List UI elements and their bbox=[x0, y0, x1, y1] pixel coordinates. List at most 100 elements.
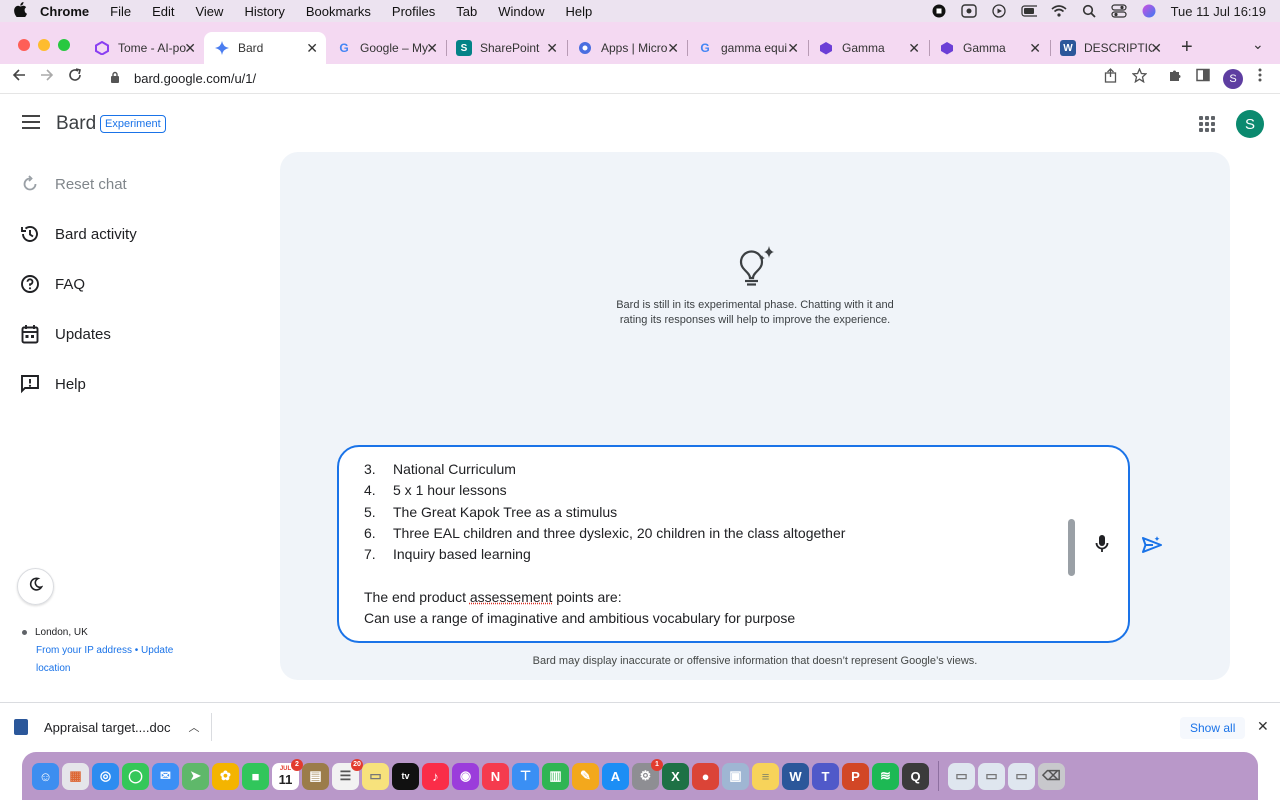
downloads-stack-icon[interactable]: ▭ bbox=[948, 762, 975, 790]
menu-help[interactable]: Help bbox=[566, 4, 593, 19]
wifi-icon[interactable] bbox=[1051, 4, 1067, 18]
share-icon[interactable] bbox=[1104, 68, 1117, 87]
facetime-icon[interactable]: ■ bbox=[242, 762, 269, 790]
update-location-link[interactable]: Update bbox=[141, 645, 173, 656]
sidebar-item-faq[interactable]: FAQ bbox=[20, 274, 85, 294]
download-item[interactable]: Appraisal target....doc ︿ bbox=[14, 719, 199, 735]
finder-icon[interactable]: ☺ bbox=[32, 762, 59, 790]
tab-gamma-equi[interactable]: G gamma equi ✕ bbox=[687, 32, 807, 64]
menu-tab[interactable]: Tab bbox=[456, 4, 477, 19]
screenshot-app-icon[interactable] bbox=[960, 4, 977, 18]
trash-icon[interactable]: ⌫ bbox=[1038, 762, 1065, 790]
tab-apps-micro[interactable]: Apps | Micro ✕ bbox=[567, 32, 687, 64]
location-source-link[interactable]: From your IP address bbox=[36, 645, 132, 656]
menu-file[interactable]: File bbox=[110, 4, 131, 19]
desktop-stack-icon[interactable]: ▭ bbox=[1008, 762, 1035, 790]
prompt-scrollbar[interactable] bbox=[1068, 519, 1075, 576]
preview-icon[interactable]: ▣ bbox=[722, 762, 749, 790]
close-tab-icon[interactable]: ✕ bbox=[546, 40, 558, 57]
documents-stack-icon[interactable]: ▭ bbox=[978, 762, 1005, 790]
update-location-link-2[interactable]: location bbox=[36, 663, 70, 674]
system-settings-icon[interactable]: ⚙ 1 bbox=[632, 758, 663, 790]
minimize-window-button[interactable] bbox=[38, 39, 50, 51]
news-icon[interactable]: N bbox=[482, 762, 509, 790]
menu-window[interactable]: Window bbox=[498, 4, 544, 19]
battery-icon[interactable] bbox=[1020, 4, 1037, 18]
chevron-up-icon[interactable]: ︿ bbox=[188, 719, 199, 735]
show-all-downloads-button[interactable]: Show all bbox=[1180, 717, 1246, 739]
close-downloads-bar-icon[interactable]: ✕ bbox=[1257, 718, 1269, 735]
sidebar-item-reset-chat[interactable]: Reset chat bbox=[20, 174, 127, 194]
apple-tv-icon[interactable]: tv bbox=[392, 762, 419, 790]
close-window-button[interactable] bbox=[18, 39, 30, 51]
tab-tome[interactable]: Tome - AI-po ✕ bbox=[84, 32, 204, 64]
microphone-icon[interactable] bbox=[1094, 534, 1110, 554]
play-icon[interactable] bbox=[991, 4, 1007, 18]
reminders-icon[interactable]: ☰ 20 bbox=[332, 758, 363, 790]
bard-logo[interactable]: Bard bbox=[56, 113, 96, 135]
forward-button[interactable] bbox=[40, 68, 54, 87]
close-tab-icon[interactable]: ✕ bbox=[306, 40, 318, 57]
tab-gamma-2[interactable]: Gamma ✕ bbox=[929, 32, 1049, 64]
close-tab-icon[interactable]: ✕ bbox=[908, 40, 920, 57]
screen-recording-icon[interactable] bbox=[931, 4, 947, 18]
tab-gamma-1[interactable]: Gamma ✕ bbox=[808, 32, 928, 64]
back-button[interactable] bbox=[12, 68, 26, 87]
menu-history[interactable]: History bbox=[244, 4, 284, 19]
app-store-icon[interactable]: A bbox=[602, 762, 629, 790]
tab-google-my[interactable]: G Google – My ✕ bbox=[326, 32, 446, 64]
dark-mode-toggle[interactable] bbox=[17, 568, 54, 605]
sidebar-item-help[interactable]: Help bbox=[20, 374, 86, 394]
close-tab-icon[interactable]: ✕ bbox=[787, 40, 799, 57]
extensions-puzzle-icon[interactable] bbox=[1168, 68, 1182, 86]
chrome-icon[interactable]: ● bbox=[692, 762, 719, 790]
podcasts-icon[interactable]: ◉ bbox=[452, 762, 479, 790]
quicktime-icon[interactable]: Q bbox=[902, 762, 929, 790]
menu-clock[interactable]: Tue 11 Jul 16:19 bbox=[1171, 4, 1266, 19]
safari-icon[interactable]: ◎ bbox=[92, 762, 119, 790]
spotlight-search-icon[interactable] bbox=[1081, 4, 1097, 18]
new-tab-button[interactable]: + bbox=[1181, 36, 1193, 59]
menu-app-name[interactable]: Chrome bbox=[40, 4, 89, 19]
keynote-icon[interactable]: ⊤ bbox=[512, 762, 539, 790]
sidebar-item-updates[interactable]: Updates bbox=[20, 324, 111, 344]
siri-icon[interactable] bbox=[1141, 4, 1157, 18]
maps-icon[interactable]: ➤ bbox=[182, 762, 209, 790]
spotify-icon[interactable]: ≋ bbox=[872, 762, 899, 790]
menu-view[interactable]: View bbox=[195, 4, 223, 19]
word-icon[interactable]: W bbox=[782, 762, 809, 790]
numbers-icon[interactable]: ▥ bbox=[542, 762, 569, 790]
messages-icon[interactable]: ◯ bbox=[122, 762, 149, 790]
music-icon[interactable]: ♪ bbox=[422, 762, 449, 790]
bookmark-star-icon[interactable] bbox=[1131, 67, 1148, 87]
notes-app-icon[interactable]: ▤ bbox=[302, 762, 329, 790]
main-menu-button[interactable] bbox=[22, 115, 40, 129]
pages-icon[interactable]: ✎ bbox=[572, 762, 599, 790]
notes-icon[interactable]: ≡ bbox=[752, 762, 779, 790]
calendar-app-icon[interactable]: JUL 11 2 bbox=[272, 758, 303, 790]
close-tab-icon[interactable]: ✕ bbox=[426, 40, 438, 57]
teams-icon[interactable]: T bbox=[812, 762, 839, 790]
tab-search-chevron-icon[interactable]: ⌄ bbox=[1252, 36, 1264, 53]
launchpad-icon[interactable]: ▦ bbox=[62, 762, 89, 790]
reload-button[interactable] bbox=[68, 68, 82, 87]
menu-bookmarks[interactable]: Bookmarks bbox=[306, 4, 371, 19]
tab-bard[interactable]: Bard ✕ bbox=[204, 32, 326, 64]
account-avatar[interactable]: S bbox=[1236, 110, 1264, 138]
send-icon[interactable] bbox=[1141, 535, 1163, 555]
chrome-menu-icon[interactable] bbox=[1258, 68, 1262, 86]
side-panel-icon[interactable] bbox=[1196, 68, 1210, 86]
menu-profiles[interactable]: Profiles bbox=[392, 4, 435, 19]
apple-logo-icon[interactable] bbox=[0, 2, 40, 20]
menu-edit[interactable]: Edit bbox=[152, 4, 174, 19]
close-tab-icon[interactable]: ✕ bbox=[667, 40, 679, 57]
close-tab-icon[interactable]: ✕ bbox=[1150, 40, 1162, 57]
close-tab-icon[interactable]: ✕ bbox=[1029, 40, 1041, 57]
google-apps-icon[interactable] bbox=[1199, 116, 1215, 132]
sidebar-item-bard-activity[interactable]: Bard activity bbox=[20, 224, 137, 244]
control-center-icon[interactable] bbox=[1110, 4, 1127, 18]
tab-description[interactable]: W DESCRIPTIO ✕ bbox=[1050, 32, 1170, 64]
profile-avatar[interactable]: S bbox=[1223, 69, 1243, 89]
excel-icon[interactable]: X bbox=[662, 762, 689, 790]
stickies-icon[interactable]: ▭ bbox=[362, 762, 389, 790]
